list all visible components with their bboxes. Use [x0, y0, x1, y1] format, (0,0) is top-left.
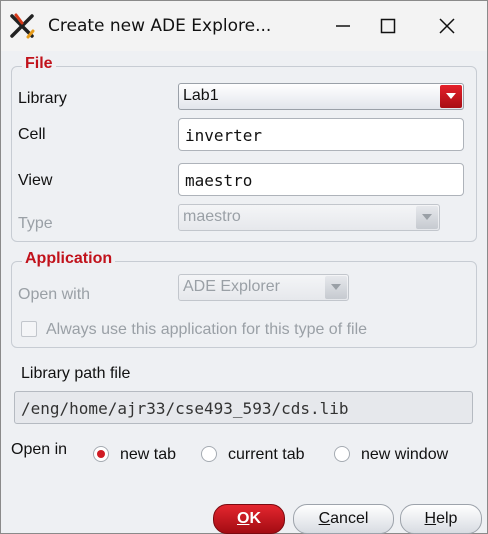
radio-current-tab[interactable] [201, 446, 217, 462]
create-ade-explorer-dialog: Create new ADE Explore... File Library L… [0, 0, 488, 534]
help-label-rest: elp [436, 510, 458, 527]
cell-input[interactable]: inverter [178, 118, 464, 151]
maximize-button[interactable] [368, 9, 408, 43]
app-logo-icon [10, 13, 35, 39]
radio-new-window[interactable] [334, 446, 350, 462]
maximize-icon [380, 18, 396, 34]
type-combo[interactable]: maestro [178, 204, 440, 231]
file-group-title: File [22, 55, 56, 73]
open-with-dropdown-button[interactable] [325, 276, 347, 299]
radio-selected-dot [97, 450, 105, 458]
close-button[interactable] [427, 9, 467, 43]
library-combo[interactable]: Lab1 [178, 83, 464, 110]
type-label: Type [18, 215, 53, 232]
open-with-combo[interactable]: ADE Explorer [178, 274, 349, 301]
chevron-down-icon [446, 93, 456, 99]
help-button[interactable]: Help [400, 504, 482, 534]
type-dropdown-button[interactable] [416, 206, 438, 229]
chevron-down-icon [422, 214, 432, 220]
ok-mnemonic: O [236, 510, 250, 527]
radio-current-tab-label[interactable]: current tab [228, 446, 304, 464]
cancel-mnemonic: C [318, 510, 331, 527]
window-title: Create new ADE Explore... [48, 16, 272, 36]
cancel-label-rest: ancel [330, 510, 369, 527]
type-value: maestro [183, 208, 241, 225]
library-path-field[interactable]: /eng/home/ajr33/cse493_593/cds.lib [14, 391, 473, 424]
view-label: View [18, 172, 53, 189]
radio-new-tab[interactable] [93, 446, 109, 462]
ok-button[interactable]: OK [213, 504, 285, 534]
library-value: Lab1 [183, 87, 219, 104]
radio-new-window-label[interactable]: new window [361, 446, 448, 464]
library-path-label: Library path file [21, 365, 131, 382]
help-mnemonic: H [424, 510, 437, 527]
radio-new-tab-label[interactable]: new tab [120, 446, 176, 464]
minimize-button[interactable] [323, 9, 363, 43]
cell-label: Cell [18, 126, 46, 143]
ok-label-rest: K [249, 510, 261, 527]
close-icon [439, 18, 455, 34]
library-dropdown-button[interactable] [440, 85, 462, 108]
always-use-checkbox[interactable] [21, 321, 37, 337]
open-in-label: Open in [11, 441, 68, 458]
chevron-down-icon [331, 284, 341, 290]
title-bar[interactable]: Create new ADE Explore... [1, 1, 487, 51]
application-group-title: Application [22, 250, 116, 268]
cancel-button[interactable]: Cancel [293, 504, 394, 534]
view-input[interactable]: maestro [178, 163, 464, 196]
open-with-label: Open with [18, 286, 91, 303]
always-use-label: Always use this application for this typ… [46, 321, 368, 338]
minimize-icon [336, 25, 350, 27]
library-label: Library [18, 90, 67, 107]
open-with-value: ADE Explorer [183, 278, 280, 295]
